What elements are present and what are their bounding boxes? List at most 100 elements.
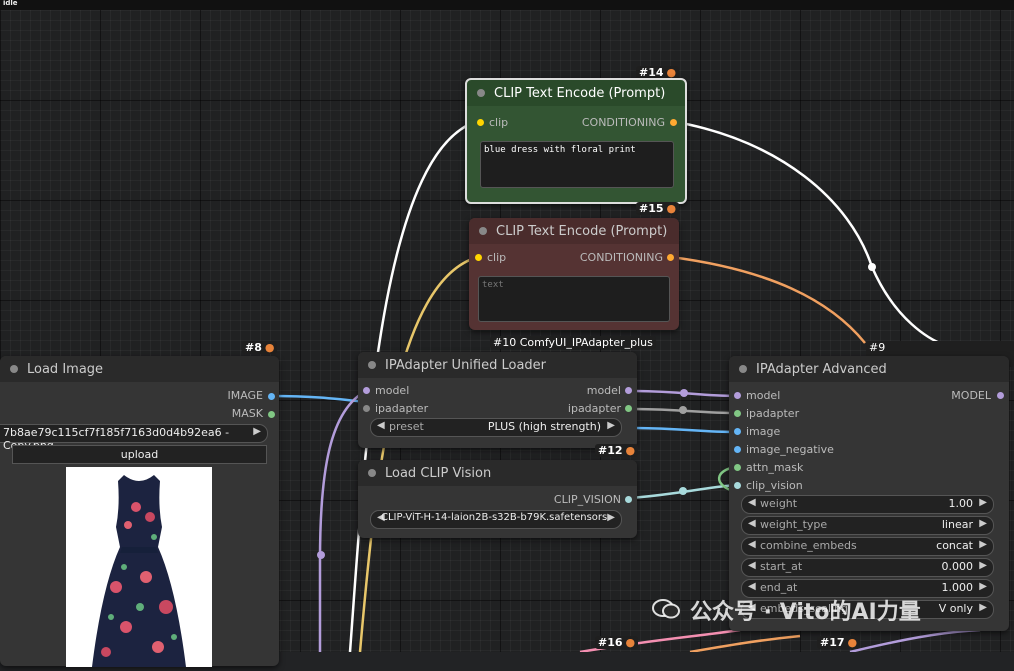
dress-image (92, 475, 186, 667)
weight-widget[interactable]: ◀ weight 1.00 ▶ (741, 495, 994, 514)
upload-button[interactable]: upload (12, 445, 267, 464)
fox-icon: ● (847, 636, 858, 649)
arrow-left-icon[interactable]: ◀ (748, 581, 756, 592)
arrow-left-icon[interactable]: ◀ (748, 518, 756, 529)
collapse-dot-icon[interactable] (10, 365, 18, 373)
node-id-badge: #12 ● (595, 444, 639, 457)
clip-vision-output-slot[interactable] (625, 496, 632, 503)
fox-icon: ● (264, 341, 275, 354)
widget-name: end_at (760, 581, 798, 594)
node-id-badge: #8 ● (242, 341, 278, 354)
start-at-widget[interactable]: ◀ start_at 0.000 ▶ (741, 558, 994, 577)
widget-name: weight_type (760, 518, 828, 531)
fox-icon: ● (666, 202, 677, 215)
attn-mask-input-slot[interactable] (734, 464, 741, 471)
widget-name: weight (760, 497, 798, 510)
model-input-slot[interactable] (734, 392, 741, 399)
clip-input-slot[interactable] (475, 254, 482, 261)
node-title: IPAdapter Unified Loader (385, 357, 547, 373)
widget-value: linear (941, 518, 973, 531)
widget-name: combine_embeds (760, 539, 857, 552)
load-image-node[interactable]: Load Image IMAGE MASK 7b8ae79c115cf7f185… (0, 356, 279, 667)
image-negative-input-label: image_negative (746, 443, 834, 456)
attn-mask-input-label: attn_mask (746, 461, 804, 474)
widget-value: 0.000 (941, 560, 974, 573)
ipadapter-input-label: ipadapter (375, 402, 429, 415)
model-input-label: model (375, 384, 410, 397)
weight-type-widget[interactable]: ◀ weight_type linear ▶ (741, 516, 994, 535)
clip-text-encode-node[interactable]: CLIP Text Encode (Prompt) clip CONDITION… (465, 78, 687, 204)
node-title: CLIP Text Encode (Prompt) (496, 223, 668, 239)
widget-value: concat (936, 539, 973, 552)
widget-name: preset (389, 420, 424, 433)
model-output-slot[interactable] (625, 387, 632, 394)
conditioning-output-slot[interactable] (667, 254, 674, 261)
clip-input-label: clip (487, 251, 507, 264)
collapse-dot-icon[interactable] (368, 469, 376, 477)
mask-output-slot[interactable] (268, 411, 275, 418)
node-id-badge: #17 ● (817, 636, 861, 649)
clip-input-label: clip (489, 116, 509, 129)
conditioning-output-label: CONDITIONING (581, 116, 665, 129)
widget-value: 1.00 (948, 497, 974, 510)
arrow-right-icon[interactable]: ▶ (979, 560, 987, 571)
collapse-dot-icon[interactable] (739, 365, 747, 373)
collapse-dot-icon[interactable] (477, 89, 485, 97)
preset-select[interactable]: ◀ preset PLUS (high strength) ▶ (370, 418, 622, 437)
image-input-slot[interactable] (734, 428, 741, 435)
arrow-left-icon[interactable]: ◀ (748, 560, 756, 571)
ipadapter-unified-loader-node[interactable]: IPAdapter Unified Loader model ipadapter… (358, 352, 637, 448)
ipadapter-advanced-node[interactable]: IPAdapter Advanced MODEL model ipadapter… (729, 356, 1009, 631)
clip-vision-input-label: clip_vision (746, 479, 803, 492)
watermark-text: 公众号 · Vito的AI力量 (690, 600, 921, 625)
arrow-left-icon[interactable]: ◀ (377, 420, 385, 431)
ipadapter-input-slot[interactable] (363, 405, 370, 412)
image-input-label: image (746, 425, 781, 438)
arrow-left-icon[interactable]: ◀ (748, 497, 756, 508)
clip-input-slot[interactable] (477, 119, 484, 126)
image-output-label: IMAGE (227, 389, 263, 402)
clip-text-encode-node-negative[interactable]: CLIP Text Encode (Prompt) clip CONDITION… (469, 218, 679, 330)
conditioning-output-slot[interactable] (670, 119, 677, 126)
collapse-dot-icon[interactable] (479, 227, 487, 235)
load-clip-vision-node[interactable]: Load CLIP Vision CLIP_VISION ◀ CLIP-ViT-… (358, 460, 637, 538)
ipadapter-output-label: ipadapter (567, 402, 621, 415)
arrow-right-icon[interactable]: ▶ (979, 497, 987, 508)
node-title: IPAdapter Advanced (756, 361, 887, 377)
ipadapter-input-slot[interactable] (734, 410, 741, 417)
widget-value: PLUS (high strength) (487, 420, 601, 433)
group-label: #10 ComfyUI_IPAdapter_plus (490, 336, 656, 349)
arrow-left-icon[interactable]: ◀ (748, 539, 756, 550)
clip-vision-output-label: CLIP_VISION (553, 493, 621, 506)
clip-vision-file-value: CLIP-ViT-H-14-laion2B-s32B-b79K.safetens… (381, 512, 608, 523)
widget-value: 1.000 (941, 581, 974, 594)
model-output-label: MODEL (951, 389, 991, 402)
model-output-slot[interactable] (997, 392, 1004, 399)
arrow-right-icon[interactable]: ▶ (979, 539, 987, 550)
conditioning-output-label: CONDITIONING (579, 251, 663, 264)
model-output-label: model (586, 384, 621, 397)
clip-vision-input-slot[interactable] (734, 482, 741, 489)
collapse-dot-icon[interactable] (368, 361, 376, 369)
node-title: Load CLIP Vision (385, 465, 492, 481)
clip-vision-file-select[interactable]: ◀ CLIP-ViT-H-14-laion2B-s32B-b79K.safete… (370, 510, 622, 529)
arrow-right-icon[interactable]: ▶ (979, 602, 987, 613)
combine-embeds-widget[interactable]: ◀ combine_embeds concat ▶ (741, 537, 994, 556)
arrow-right-icon[interactable]: ▶ (253, 426, 261, 437)
arrow-right-icon[interactable]: ▶ (607, 420, 615, 431)
mask-output-label: MASK (231, 407, 263, 420)
prompt-textarea[interactable]: blue dress with floral print (480, 141, 674, 188)
model-input-slot[interactable] (363, 387, 370, 394)
image-file-select[interactable]: 7b8ae79c115cf7f185f7163d0d4b92ea6 - Copy… (0, 424, 268, 452)
arrow-right-icon[interactable]: ▶ (607, 512, 615, 523)
arrow-right-icon[interactable]: ▶ (979, 581, 987, 592)
prompt-textarea[interactable]: text (478, 276, 670, 322)
arrow-right-icon[interactable]: ▶ (979, 518, 987, 529)
image-output-slot[interactable] (268, 393, 275, 400)
ipadapter-output-slot[interactable] (625, 405, 632, 412)
image-negative-input-slot[interactable] (734, 446, 741, 453)
node-id-badge: #16 ● (595, 636, 639, 649)
node-title: CLIP Text Encode (Prompt) (494, 85, 666, 101)
model-input-label: model (746, 389, 781, 402)
fox-icon: ● (625, 636, 636, 649)
